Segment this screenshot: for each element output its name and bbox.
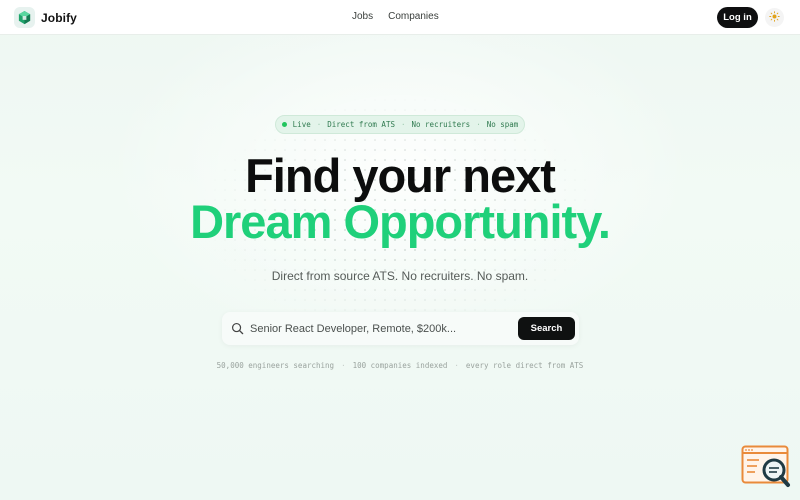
search-input[interactable] xyxy=(250,320,510,337)
hero-title-line2: Dream Opportunity. xyxy=(190,195,611,248)
nav-link-jobs[interactable]: Jobs xyxy=(352,11,373,22)
hero-subtitle: Direct from source ATS. No recruiters. N… xyxy=(271,269,529,283)
stat-direct: every role direct from ATS xyxy=(465,361,584,370)
nav-link-companies[interactable]: Companies xyxy=(388,11,439,22)
search-button[interactable]: Search xyxy=(518,317,575,340)
status-item-ats: Direct from ATS xyxy=(327,120,395,129)
sun-icon xyxy=(769,9,780,27)
separator-dot: · xyxy=(454,361,459,370)
brand-name: Jobify xyxy=(41,10,77,25)
live-dot-icon xyxy=(281,122,287,127)
login-button[interactable]: Log in xyxy=(717,7,758,28)
search-icon xyxy=(231,322,244,340)
stat-companies: 100 companies indexed xyxy=(352,361,448,370)
logo-icon xyxy=(14,7,35,28)
separator-dot: · xyxy=(400,120,406,129)
stat-engineers: 50,000 engineers searching xyxy=(216,361,335,370)
stats-row: 50,000 engineers searching · 100 compani… xyxy=(0,361,800,370)
top-navbar: Jobify Jobs Companies Log in xyxy=(0,0,800,35)
browser-search-icon xyxy=(741,445,791,494)
separator-dot: · xyxy=(316,120,322,129)
main-nav: Jobs Companies xyxy=(352,11,439,22)
status-pill: Live · Direct from ATS · No recruiters ·… xyxy=(275,115,525,134)
theme-toggle-button[interactable] xyxy=(765,8,784,27)
status-item-spam: No spam xyxy=(486,120,519,129)
brand-logo[interactable]: Jobify xyxy=(14,7,77,28)
separator-dot: · xyxy=(476,120,481,129)
search-bar: Search xyxy=(222,312,579,345)
status-live-label: Live xyxy=(292,120,311,129)
floating-search-widget[interactable] xyxy=(741,445,791,490)
separator-dot: · xyxy=(341,361,346,370)
status-item-recruiters: No recruiters xyxy=(411,120,471,129)
